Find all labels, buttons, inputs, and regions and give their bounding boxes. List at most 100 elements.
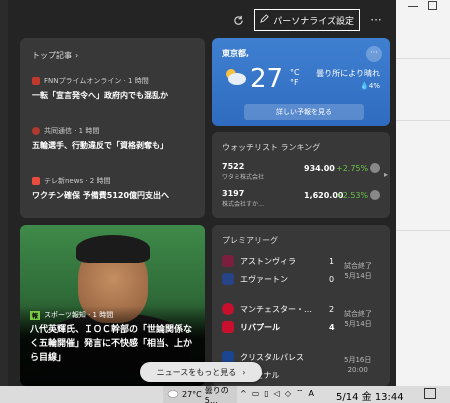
- temperature: 27: [250, 64, 284, 94]
- speaker-icon[interactable]: ◁: [274, 389, 280, 398]
- story-title: 五輪選手、行動違反で「資格剥奪も」: [32, 141, 168, 150]
- weather-location: 東京都,: [222, 49, 250, 58]
- team-crest-icon: [222, 303, 234, 315]
- unit-fahrenheit[interactable]: °F: [290, 78, 300, 88]
- team-score: 1: [329, 257, 335, 266]
- partly-cloudy-icon: [222, 66, 248, 90]
- match-date: 5月14日: [344, 320, 372, 328]
- refresh-icon[interactable]: [230, 12, 246, 28]
- taskbar-clock[interactable]: 5/14 金 13:44: [336, 388, 404, 403]
- source-logo-icon: [32, 127, 40, 135]
- divider: [396, 58, 450, 59]
- panel-header: パーソナライズ設定 ···: [8, 0, 396, 40]
- story-title: 一転「宣言発令へ」政府内でも混乱か: [32, 91, 168, 100]
- top-stories-card: トップ記事 › FNNプライムオンライン · 1 時間 一転「宣言発令へ」政府内…: [20, 38, 205, 218]
- ime-indicator[interactable]: A: [309, 389, 314, 398]
- photo-source-text: スポーツ報知 · 1 時間: [44, 311, 114, 319]
- watchlist-card: ウォッチリスト ランキング 7522 ワタミ株式会社 934.00 +2.75%…: [212, 132, 390, 218]
- match-status: 5月16日: [344, 356, 372, 364]
- unit-toggle[interactable]: °C °F: [290, 68, 300, 88]
- team-crest-icon: [222, 255, 234, 267]
- team-name: リバプール: [240, 322, 280, 332]
- team-crest-icon: [222, 273, 234, 285]
- minimize-icon[interactable]: [408, 6, 418, 7]
- match-away-team: リバプール: [222, 321, 280, 333]
- forecast-button[interactable]: 詳しい予報を見る: [244, 104, 364, 120]
- team-name: エヴァートン: [240, 274, 288, 284]
- match-home-team: マンチェスター・…: [222, 303, 312, 315]
- more-news-button[interactable]: ニュースをもっと見る ›: [140, 362, 262, 382]
- source-logo-icon: [32, 77, 40, 85]
- match-home-team: アストンヴィラ: [222, 255, 296, 267]
- dropbox-icon[interactable]: ◇: [285, 389, 291, 398]
- stock-name: 株式会社すか…: [222, 201, 265, 208]
- unit-celsius[interactable]: °C: [290, 68, 300, 78]
- maximize-icon[interactable]: [428, 1, 437, 10]
- match-status: 試合終了: [344, 310, 372, 318]
- match-date: 5月14日: [344, 272, 372, 280]
- watchlist-title[interactable]: ウォッチリスト ランキング: [212, 132, 390, 153]
- check-circle-icon[interactable]: [370, 190, 380, 200]
- team-score: 4: [329, 323, 335, 332]
- divider: [396, 120, 450, 121]
- stock-name: ワタミ株式会社: [222, 174, 265, 181]
- story-item[interactable]: FNNプライムオンライン · 1 時間 一転「宣言発令へ」政府内でも混乱か: [32, 76, 200, 101]
- team-name: アストンヴィラ: [240, 256, 296, 266]
- top-stories-title[interactable]: トップ記事 ›: [20, 38, 205, 61]
- stock-row[interactable]: 3197 株式会社すか… 1,620.00 +2.53%: [222, 189, 382, 211]
- match-result: 5月16日 20:00: [344, 355, 371, 375]
- match-result: 試合終了 5月14日: [344, 261, 372, 281]
- team-crest-icon: [222, 321, 234, 333]
- rain-chance: 💧4%: [360, 82, 380, 90]
- taskbar-weather-button[interactable]: 27°C 曇りの5…: [163, 386, 237, 403]
- raindrop-icon: 💧: [360, 82, 369, 90]
- check-circle-icon[interactable]: [370, 163, 380, 173]
- stock-change: +2.75%: [336, 164, 369, 173]
- more-options-icon[interactable]: ···: [366, 46, 382, 62]
- match-away-team: エヴァートン: [222, 273, 288, 285]
- notification-icon[interactable]: [424, 388, 436, 399]
- photo-news-source: 報 スポーツ報知 · 1 時間: [30, 310, 113, 320]
- chevron-right-icon: ›: [75, 51, 79, 60]
- personalize-button[interactable]: パーソナライズ設定: [254, 9, 360, 31]
- folder-icon[interactable]: ▯: [264, 389, 268, 398]
- match-result: 試合終了 5月14日: [344, 309, 372, 329]
- chevron-up-icon[interactable]: ^: [240, 389, 247, 398]
- team-score: 2: [329, 305, 335, 314]
- team-name: マンチェスター・…: [240, 304, 312, 314]
- match-status: 試合終了: [344, 262, 372, 270]
- top-stories-title-text: トップ記事: [32, 51, 72, 60]
- more-options-icon[interactable]: ···: [368, 13, 384, 27]
- story-item[interactable]: 共同通信 · 1 時間 五輪選手、行動違反で「資格剥奪も」: [32, 126, 200, 151]
- pencil-icon: [260, 14, 269, 26]
- team-score: 0: [329, 275, 335, 284]
- system-tray: ^ ▭ ▯ ◁ ◇ ⌔ A: [240, 388, 314, 398]
- story-item[interactable]: テレ新news · 2 時間 ワクチン確保 予備費5120億円支出へ: [32, 176, 200, 201]
- news-interests-panel: パーソナライズ設定 ··· トップ記事 › FNNプライムオンライン · 1 時…: [8, 0, 396, 386]
- source-logo-icon: [32, 177, 40, 185]
- weather-condition: 曇り所により晴れ: [316, 69, 380, 78]
- photo-headline: 八代英輝氏、ＩＯＣ幹部の「世論関係なく五輪開催」発言に不快感「相当、上から目線」: [30, 325, 193, 363]
- league-title[interactable]: プレミアリーグ: [212, 225, 390, 246]
- personalize-label: パーソナライズ設定: [273, 16, 354, 27]
- background-window: [396, 0, 450, 386]
- story-source: FNNプライムオンライン · 1 時間: [44, 77, 149, 85]
- stock-change: +2.53%: [336, 191, 369, 200]
- story-title: ワクチン確保 予備費5120億円支出へ: [32, 191, 170, 200]
- stock-row[interactable]: 7522 ワタミ株式会社 934.00 +2.75%: [222, 162, 382, 184]
- wifi-icon[interactable]: ⌔: [296, 388, 304, 398]
- next-arrow-icon[interactable]: ▸: [384, 170, 388, 179]
- team-name: クリスタルパレス: [240, 352, 304, 362]
- taskbar-weather-text: 曇りの5…: [204, 385, 229, 403]
- cloud-icon: [167, 389, 179, 400]
- network-icon[interactable]: ▭: [252, 389, 260, 398]
- story-source: テレ新news · 2 時間: [44, 177, 111, 185]
- more-news-label: ニュースをもっと見る: [156, 367, 237, 377]
- rain-value: 4%: [368, 82, 380, 90]
- divider: [396, 230, 450, 231]
- source-logo-icon: 報: [30, 310, 41, 320]
- desktop-left-strip: [0, 0, 8, 386]
- taskbar-temp: 27°C: [182, 390, 202, 399]
- stock-price: 934.00: [304, 164, 335, 173]
- weather-card[interactable]: 東京都, ··· 27 °C °F 曇り所により晴れ 💧4% 詳しい予報を見る: [212, 38, 390, 126]
